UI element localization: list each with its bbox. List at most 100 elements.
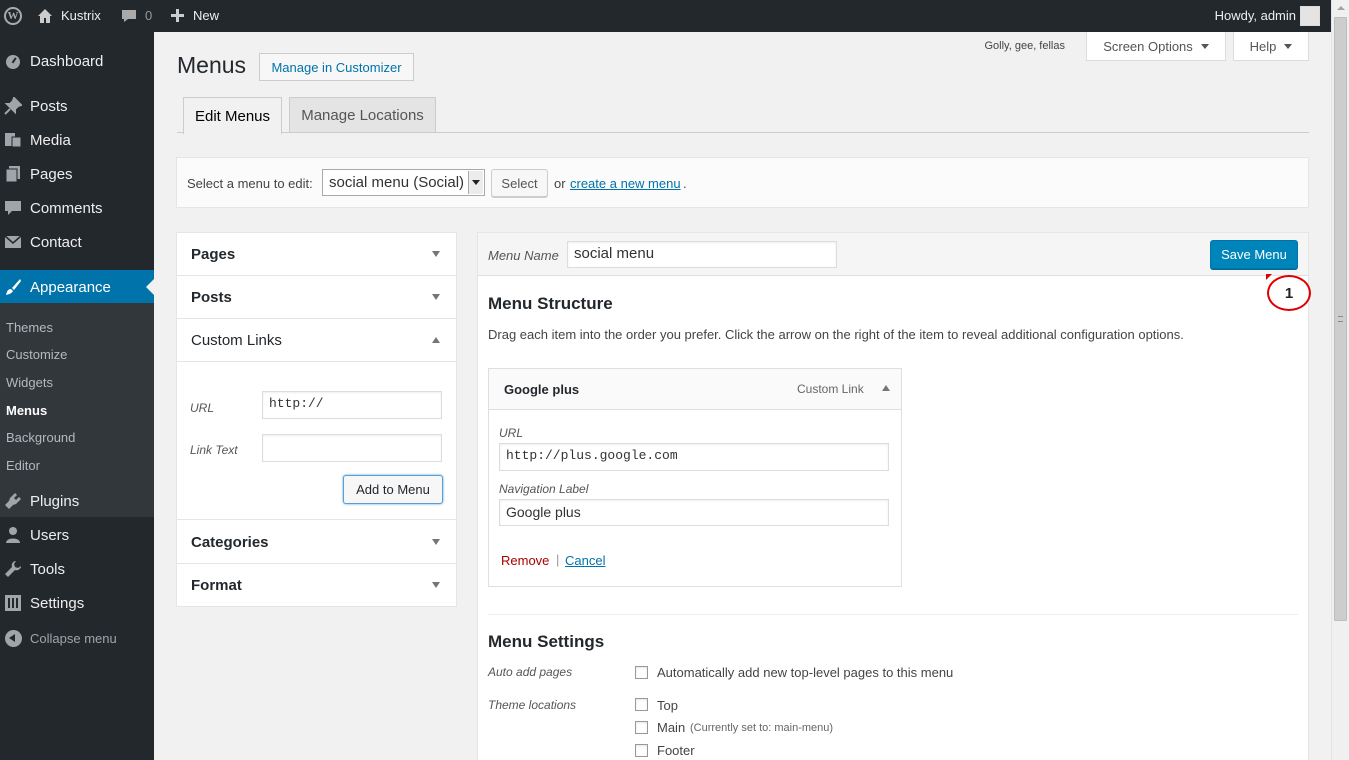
sidebar-item-label: Contact [30,233,82,251]
hello-dolly-text: Golly, gee, fellas [984,40,1065,52]
submenu-widgets[interactable]: Widgets [6,375,53,390]
scrollbar-thumb[interactable] [1334,17,1347,621]
submenu-customize[interactable]: Customize [6,347,67,362]
tab-manage-locations[interactable]: Manage Locations [289,97,436,133]
settings-divider [488,614,1298,615]
chevron-up-icon[interactable] [432,337,440,343]
period-text: . [683,176,687,191]
comment-bubble-icon[interactable] [121,9,137,23]
comment-icon [3,198,23,218]
sidebar-item-tools[interactable]: Tools [0,552,154,586]
collapse-label: Collapse menu [30,630,117,646]
auto-add-pages-checkbox[interactable] [635,666,648,679]
menu-select-dropdown[interactable]: social menu (Social) [322,169,485,196]
sidebar-item-media[interactable]: Media [0,123,154,157]
sidebar-item-appearance[interactable]: Appearance [0,270,154,304]
location-top-label: Top [657,698,678,713]
accordion-title: Posts [191,288,232,306]
remove-item-link[interactable]: Remove [501,553,549,568]
location-top-checkbox[interactable] [635,698,648,711]
home-icon[interactable] [37,8,53,24]
media-icon [3,130,23,150]
sidebar-item-plugins[interactable]: Plugins [0,484,154,518]
sidebar-item-label: Settings [30,594,85,612]
accordion-title: Custom Links [191,331,282,349]
menu-name-label: Menu Name [488,248,559,263]
location-main-checkbox[interactable] [635,721,648,734]
sidebar-item-dashboard[interactable]: Dashboard [0,44,154,78]
location-footer-checkbox[interactable] [635,744,648,757]
accordion-title: Format [191,576,242,594]
comment-count[interactable]: 0 [145,0,152,32]
location-main-label: Main [657,720,686,735]
chevron-down-icon[interactable] [432,539,440,545]
page-title: Menus [177,52,247,78]
sidebar-item-users[interactable]: Users [0,518,154,552]
cancel-item-link[interactable]: Cancel [565,553,605,568]
add-to-menu-button[interactable]: Add to Menu [343,475,443,504]
annotation-callout: 1 [1267,275,1311,311]
accordion-posts[interactable]: Posts [177,276,456,319]
add-menu-items-accordion: Pages Posts Custom Links URL http:// Lin… [176,232,457,607]
settings-icon [3,593,23,613]
action-separator: | [556,552,560,567]
create-new-menu-link[interactable]: create a new menu [570,176,681,191]
submenu-themes[interactable]: Themes [6,320,53,335]
accordion-pages[interactable]: Pages [177,233,456,276]
plus-icon[interactable] [170,8,185,23]
navigation-label-input[interactable]: Google plus [499,499,889,526]
menu-item-handle[interactable]: Google plus Custom Link [489,369,901,410]
page-scrollbar[interactable] [1331,0,1349,760]
sidebar-item-settings[interactable]: Settings [0,586,154,620]
screen-options-button[interactable]: Screen Options [1086,32,1226,61]
caret-down-icon [1284,43,1293,49]
scroll-up-icon[interactable] [1337,6,1345,10]
howdy-account-link[interactable]: Howdy, admin [1215,0,1296,32]
accordion-custom-links[interactable]: Custom Links [177,319,456,362]
chevron-down-icon[interactable] [432,251,440,257]
sidebar-item-label: Media [30,131,71,149]
wrench-icon [3,559,23,579]
chevron-down-icon[interactable] [468,171,483,194]
sidebar-item-comments[interactable]: Comments [0,191,154,225]
tab-divider [177,132,1309,133]
avatar[interactable] [1300,6,1320,26]
submenu-background[interactable]: Background [6,430,75,445]
new-content-link[interactable]: New [193,0,219,32]
sidebar-item-pages[interactable]: Pages [0,157,154,191]
theme-locations-label: Theme locations [488,698,577,712]
custom-links-panel: URL http:// Link Text Add to Menu [177,362,456,520]
sidebar-item-posts[interactable]: Posts [0,89,154,123]
accordion-format[interactable]: Format [177,564,456,607]
caret-down-icon [1200,43,1209,49]
url-label: URL [190,401,215,415]
chevron-down-icon[interactable] [432,582,440,588]
save-menu-button[interactable]: Save Menu [1210,240,1298,269]
site-name-link[interactable]: Kustrix [61,0,101,32]
navigation-label-label: Navigation Label [499,482,589,496]
menu-item-google-plus[interactable]: Google plus Custom Link URL http://plus.… [488,368,902,587]
manage-in-customizer-button[interactable]: Manage in Customizer [259,53,414,81]
help-button[interactable]: Help [1233,32,1309,61]
submenu-menus[interactable]: Menus [6,403,47,418]
chevron-down-icon[interactable] [432,294,440,300]
help-label: Help [1249,38,1277,54]
accordion-title: Categories [191,533,269,551]
select-menu-button[interactable]: Select [491,169,548,197]
accordion-categories[interactable]: Categories [177,521,456,564]
item-url-input[interactable]: http://plus.google.com [499,443,889,471]
user-icon [3,525,23,545]
wordpress-logo-icon[interactable]: W [0,0,26,32]
custom-url-input[interactable]: http:// [262,391,442,419]
collapse-menu-button[interactable]: Collapse menu [0,621,154,655]
chevron-up-icon[interactable] [882,385,890,391]
submenu-editor[interactable]: Editor [6,458,40,473]
plug-icon [3,491,23,511]
menu-edit-panel: Menu Name social menu Save Menu Menu Str… [477,232,1309,760]
link-text-input[interactable] [262,434,442,462]
menu-settings-title: Menu Settings [488,632,605,651]
tab-edit-menus[interactable]: Edit Menus [183,97,282,134]
sidebar-item-contact[interactable]: Contact [0,225,154,259]
sidebar-item-label: Tools [30,560,66,578]
menu-name-input[interactable]: social menu [567,241,837,268]
